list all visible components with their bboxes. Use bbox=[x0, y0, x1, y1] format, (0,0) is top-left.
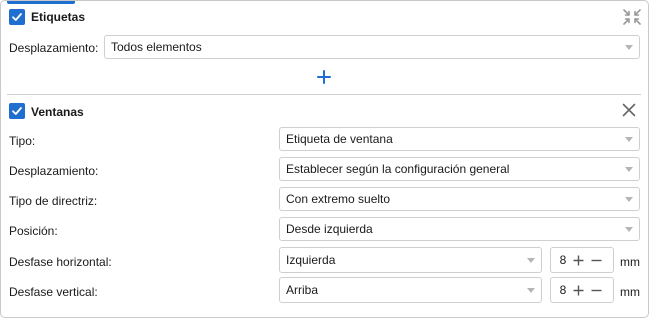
desfase-horizontal-value: Izquierda bbox=[286, 253, 336, 267]
tipo-value: Etiqueta de ventana bbox=[286, 132, 393, 146]
tipo-select[interactable]: Etiqueta de ventana bbox=[279, 127, 640, 151]
posicion-value: Desde izquierda bbox=[286, 222, 373, 236]
chevron-down-icon bbox=[527, 288, 535, 293]
minus-icon[interactable] bbox=[587, 251, 605, 269]
plus-icon[interactable] bbox=[569, 251, 587, 269]
etiquetas-desplazamiento-select[interactable]: Todos elementos bbox=[104, 35, 640, 59]
tipo-directriz-value: Con extremo suelto bbox=[286, 192, 391, 206]
tipo-directriz-select[interactable]: Con extremo suelto bbox=[279, 187, 640, 211]
checkmark-icon bbox=[12, 13, 22, 21]
desfase-vertical-label: Desfase vertical: bbox=[9, 285, 98, 299]
ventanas-desplazamiento-select[interactable]: Establecer según la configuración genera… bbox=[279, 157, 640, 181]
desfase-vertical-stepper-value[interactable]: 8 bbox=[551, 283, 569, 297]
desfase-vertical-value: Arriba bbox=[286, 283, 319, 297]
desfase-vertical-stepper[interactable]: 8 bbox=[550, 277, 614, 303]
ventanas-desplazamiento-label: Desplazamiento: bbox=[9, 164, 99, 178]
chevron-down-icon bbox=[625, 137, 633, 142]
posicion-label: Posición: bbox=[9, 224, 58, 238]
plus-icon[interactable] bbox=[569, 281, 587, 299]
section-tab-indicator bbox=[7, 1, 75, 4]
minus-icon[interactable] bbox=[587, 281, 605, 299]
chevron-down-icon bbox=[625, 197, 633, 202]
close-icon[interactable] bbox=[620, 101, 638, 119]
desfase-horizontal-stepper-value[interactable]: 8 bbox=[551, 253, 569, 267]
chevron-down-icon bbox=[527, 258, 535, 263]
tipo-label: Tipo: bbox=[9, 134, 36, 148]
ventanas-checkbox[interactable] bbox=[9, 103, 25, 119]
collapse-arrows-icon[interactable] bbox=[621, 7, 643, 27]
desfase-horizontal-unit: mm bbox=[620, 255, 640, 269]
ventanas-title: Ventanas bbox=[31, 105, 84, 119]
chevron-down-icon bbox=[625, 45, 633, 50]
etiquetas-desplazamiento-label: Desplazamiento: bbox=[9, 41, 99, 55]
desfase-vertical-unit: mm bbox=[620, 285, 640, 299]
chevron-down-icon bbox=[625, 227, 633, 232]
chevron-down-icon bbox=[625, 167, 633, 172]
etiquetas-desplazamiento-value: Todos elementos bbox=[111, 40, 202, 54]
desfase-vertical-select[interactable]: Arriba bbox=[279, 277, 542, 303]
section-divider bbox=[7, 94, 641, 95]
plus-icon[interactable] bbox=[315, 68, 333, 86]
checkmark-icon bbox=[12, 107, 22, 115]
desfase-horizontal-label: Desfase horizontal: bbox=[9, 255, 112, 269]
desfase-horizontal-stepper[interactable]: 8 bbox=[550, 247, 614, 273]
desfase-horizontal-select[interactable]: Izquierda bbox=[279, 247, 542, 273]
ventanas-desplazamiento-value: Establecer según la configuración genera… bbox=[286, 162, 510, 176]
labels-panel: Etiquetas Desplazamiento: Todos elemento… bbox=[0, 0, 649, 318]
etiquetas-checkbox[interactable] bbox=[9, 9, 25, 25]
tipo-directriz-label: Tipo de directriz: bbox=[9, 194, 98, 208]
etiquetas-title: Etiquetas bbox=[31, 10, 86, 24]
posicion-select[interactable]: Desde izquierda bbox=[279, 217, 640, 241]
